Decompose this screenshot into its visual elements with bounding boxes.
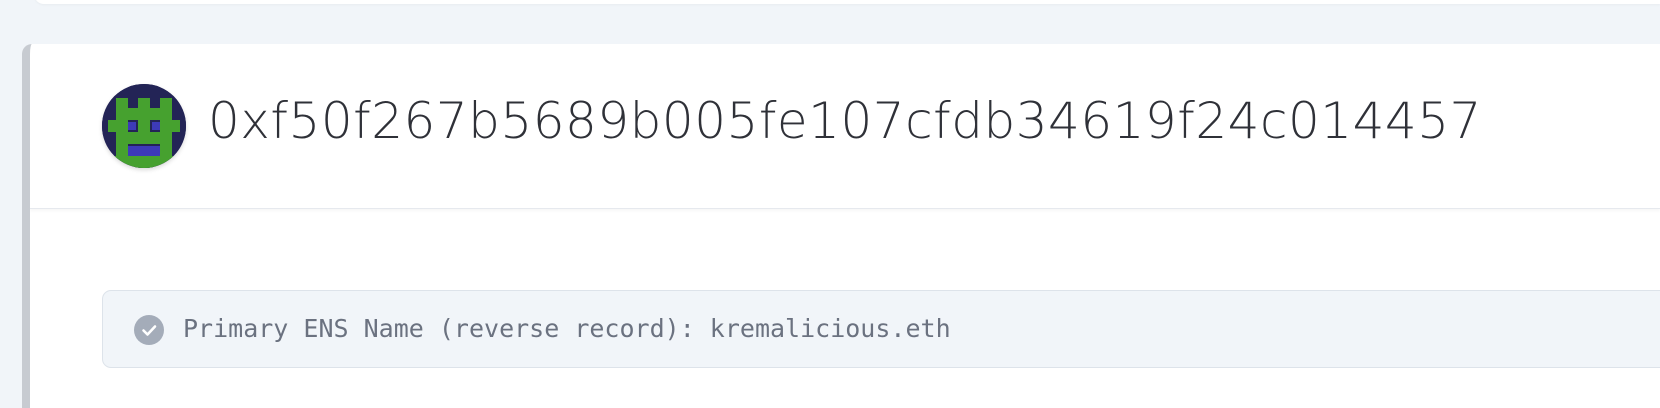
account-address: 0xf50f267b5689b005fe107cfdb34619f24c0144…: [208, 92, 1482, 150]
ens-name-notice: Primary ENS Name (reverse record): krema…: [102, 290, 1660, 368]
avatar: [102, 84, 186, 168]
account-header: 0xf50f267b5689b005fe107cfdb34619f24c0144…: [30, 44, 1660, 209]
pixel-identicon-icon: [102, 84, 186, 168]
previous-card-edge: [34, 0, 1660, 4]
check-circle-icon: [134, 315, 164, 345]
account-body: Primary ENS Name (reverse record): krema…: [30, 209, 1660, 408]
account-card: 0xf50f267b5689b005fe107cfdb34619f24c0144…: [22, 44, 1660, 408]
ens-notice-text: Primary ENS Name (reverse record): krema…: [183, 314, 951, 343]
